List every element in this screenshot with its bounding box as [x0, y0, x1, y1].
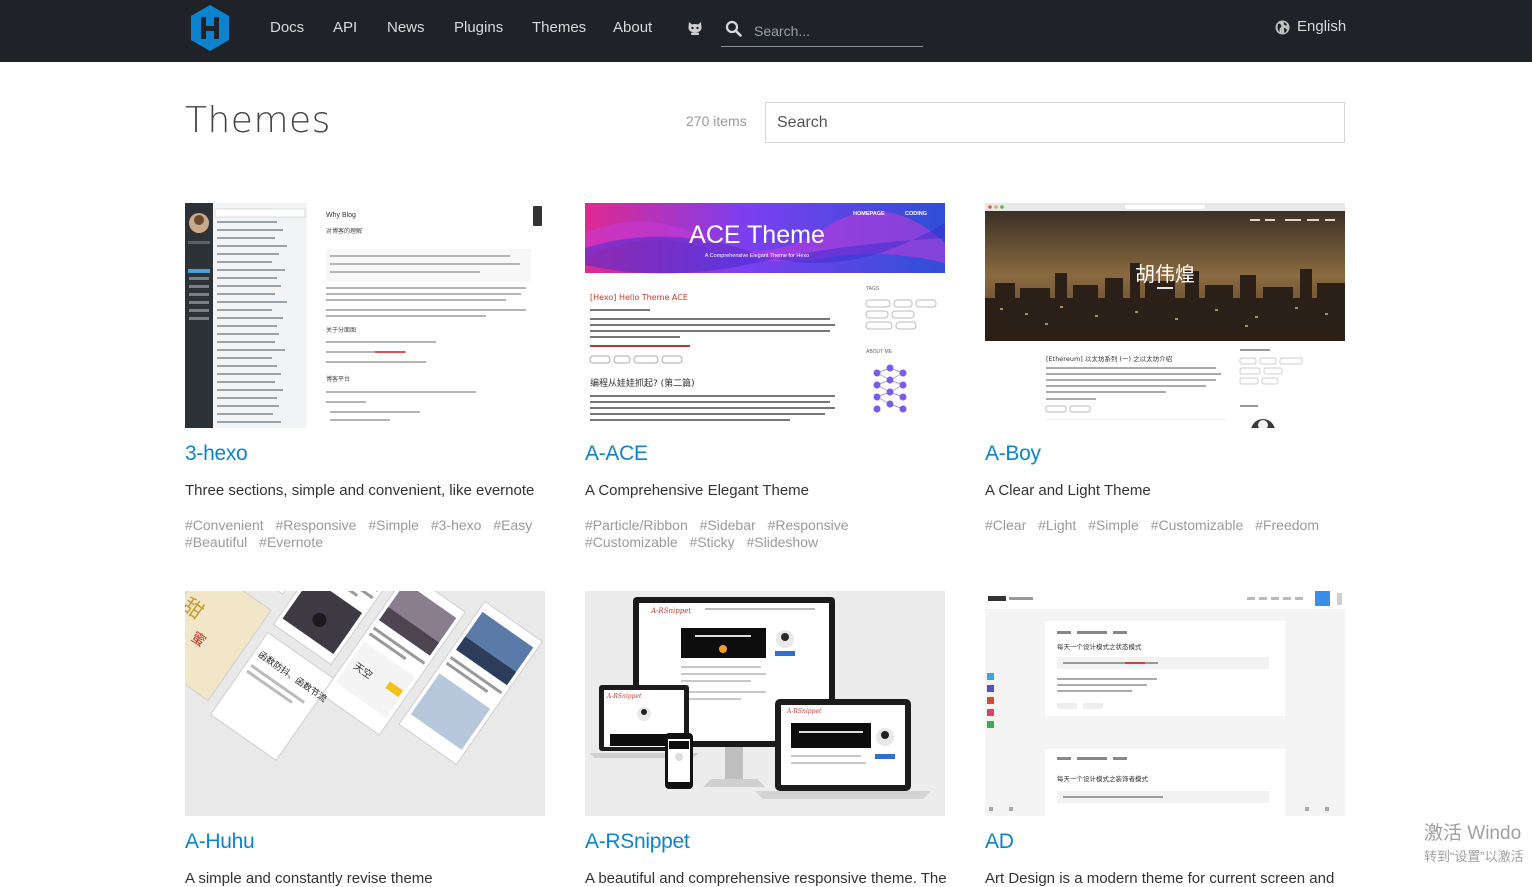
- nav-about[interactable]: About: [613, 18, 652, 38]
- theme-tag[interactable]: #Convenient: [185, 517, 264, 533]
- 3-hexo-screenshot: Why Blog 对博客的理解 关于分面图 博客平台: [185, 203, 545, 428]
- theme-preview-3-hexo[interactable]: Why Blog 对博客的理解 关于分面图 博客平台: [185, 203, 545, 428]
- language-label: English: [1297, 18, 1347, 35]
- a-boy-banner-title: 胡伟煌: [1135, 262, 1195, 286]
- ace-sidebar-tags: TAGS: [866, 286, 880, 292]
- theme-name[interactable]: A-Boy: [985, 442, 1041, 466]
- ace-post-title-2: 编程从娃娃抓起? (第二篇): [590, 377, 695, 389]
- theme-preview-ad[interactable]: 每天一个设计模式之状态模式 每天一个设计模式之装饰者模式: [985, 591, 1345, 816]
- a-rsnippet-screenshot: A-RSnippet A-RSnippet A-RSnippet: [585, 591, 945, 816]
- nav-plugins[interactable]: Plugins: [454, 18, 503, 38]
- theme-tag[interactable]: #Light: [1038, 517, 1076, 533]
- theme-name[interactable]: AD: [985, 830, 1014, 854]
- ace-nav-homepage: HOMEPAGE: [853, 211, 885, 217]
- theme-tags: #Convenient #Responsive #Simple #3-hexo …: [185, 517, 555, 551]
- search-icon: [725, 20, 742, 37]
- ace-banner-title: ACE Theme: [689, 221, 825, 249]
- rsnippet-brand-desktop: A-RSnippet: [650, 607, 691, 615]
- theme-tags: #Clear #Light #Simple #Customizable #Fre…: [985, 517, 1355, 534]
- globe-icon: [1275, 20, 1290, 35]
- theme-tag[interactable]: #Sticky: [690, 534, 735, 550]
- theme-description: Art Design is a modern theme for current…: [985, 870, 1335, 887]
- rsnippet-brand-laptop-2: A-RSnippet: [786, 708, 822, 715]
- theme-preview-a-rsnippet[interactable]: A-RSnippet A-RSnippet A-RSnippet: [585, 591, 945, 816]
- theme-tag[interactable]: #Customizable: [1151, 517, 1244, 533]
- theme-description: A Clear and Light Theme: [985, 482, 1151, 499]
- a-huhu-screenshot: 天空 甜 蜜 函数防抖、函数节流: [185, 591, 545, 816]
- 3-hexo-preview-heading: Why Blog: [326, 212, 356, 219]
- nav-api[interactable]: API: [333, 18, 357, 38]
- theme-preview-a-huhu[interactable]: 天空 甜 蜜 函数防抖、函数节流: [185, 591, 545, 816]
- page-title: Themes: [185, 100, 331, 141]
- a-boy-screenshot: 胡伟煌 [Ethereum] 以太坊系列 (一) 之以太坊介绍: [985, 203, 1345, 428]
- theme-tag[interactable]: #3-hexo: [431, 517, 482, 533]
- theme-tags: #Particle/Ribbon #Sidebar #Responsive #C…: [585, 517, 955, 551]
- theme-description: A beautiful and comprehensive responsive…: [585, 870, 947, 887]
- site-search: [721, 14, 923, 47]
- hexo-logo-icon[interactable]: [188, 3, 232, 53]
- theme-description: A Comprehensive Elegant Theme: [585, 482, 810, 499]
- theme-tag[interactable]: #Particle/Ribbon: [585, 517, 688, 533]
- theme-tag[interactable]: #Responsive: [276, 517, 357, 533]
- theme-filter-input[interactable]: [765, 102, 1345, 143]
- theme-tag[interactable]: #Slideshow: [747, 534, 819, 550]
- theme-tag[interactable]: #Simple: [368, 517, 419, 533]
- theme-tag[interactable]: #Easy: [493, 517, 532, 533]
- windows-activation-watermark: 激活 Windo: [1424, 823, 1522, 844]
- top-navbar: Docs API News Plugins Themes About Engli…: [0, 0, 1532, 62]
- theme-name[interactable]: A-ACE: [585, 442, 648, 466]
- ace-banner-subtitle: A Comprehensive Elegant Theme for Hexo: [705, 253, 809, 259]
- theme-preview-a-ace[interactable]: ACE Theme A Comprehensive Elegant Theme …: [585, 203, 945, 428]
- theme-name[interactable]: A-RSnippet: [585, 830, 690, 854]
- rsnippet-brand-laptop: A-RSnippet: [606, 693, 642, 700]
- ace-nav-coding: CODING: [905, 211, 927, 217]
- 3-hexo-preview-section-3: 博客平台: [326, 375, 350, 383]
- theme-tag[interactable]: #Evernote: [259, 534, 323, 550]
- theme-tag[interactable]: #Clear: [985, 517, 1026, 533]
- theme-tag[interactable]: #Simple: [1088, 517, 1139, 533]
- theme-tag[interactable]: #Customizable: [585, 534, 678, 550]
- theme-name[interactable]: 3-hexo: [185, 442, 248, 466]
- theme-name[interactable]: A-Huhu: [185, 830, 255, 854]
- ad-screenshot: 每天一个设计模式之状态模式 每天一个设计模式之装饰者模式: [985, 591, 1345, 816]
- theme-count: 270 items: [686, 113, 747, 129]
- a-boy-post-title: [Ethereum] 以太坊系列 (一) 之以太坊介绍: [1046, 354, 1173, 363]
- github-icon[interactable]: [686, 19, 704, 37]
- nav-docs[interactable]: Docs: [270, 18, 304, 38]
- theme-tag[interactable]: #Sidebar: [700, 517, 756, 533]
- a-ace-screenshot: ACE Theme A Comprehensive Elegant Theme …: [585, 203, 945, 428]
- theme-tag[interactable]: #Responsive: [768, 517, 849, 533]
- windows-activation-hint: 转到“设置”以激活: [1424, 849, 1524, 864]
- theme-tag[interactable]: #Beautiful: [185, 534, 247, 550]
- ace-sidebar-about: ABOUT ME: [866, 349, 893, 355]
- nav-news[interactable]: News: [387, 18, 425, 38]
- theme-tag[interactable]: #Freedom: [1255, 517, 1319, 533]
- 3-hexo-preview-section-2: 关于分面图: [326, 326, 356, 334]
- 3-hexo-preview-section-1: 对博客的理解: [326, 227, 362, 235]
- theme-description: Three sections, simple and convenient, l…: [185, 482, 535, 499]
- ace-post-title-1: [Hexo] Hello Theme ACE: [590, 293, 688, 302]
- theme-description: A simple and constantly revise theme: [185, 870, 433, 887]
- ad-post-title-1: 每天一个设计模式之状态模式: [1057, 642, 1142, 651]
- theme-preview-a-boy[interactable]: 胡伟煌 [Ethereum] 以太坊系列 (一) 之以太坊介绍: [985, 203, 1345, 428]
- site-search-input[interactable]: [752, 19, 921, 43]
- nav-themes[interactable]: Themes: [532, 18, 586, 38]
- ad-post-title-2: 每天一个设计模式之装饰者模式: [1057, 774, 1149, 783]
